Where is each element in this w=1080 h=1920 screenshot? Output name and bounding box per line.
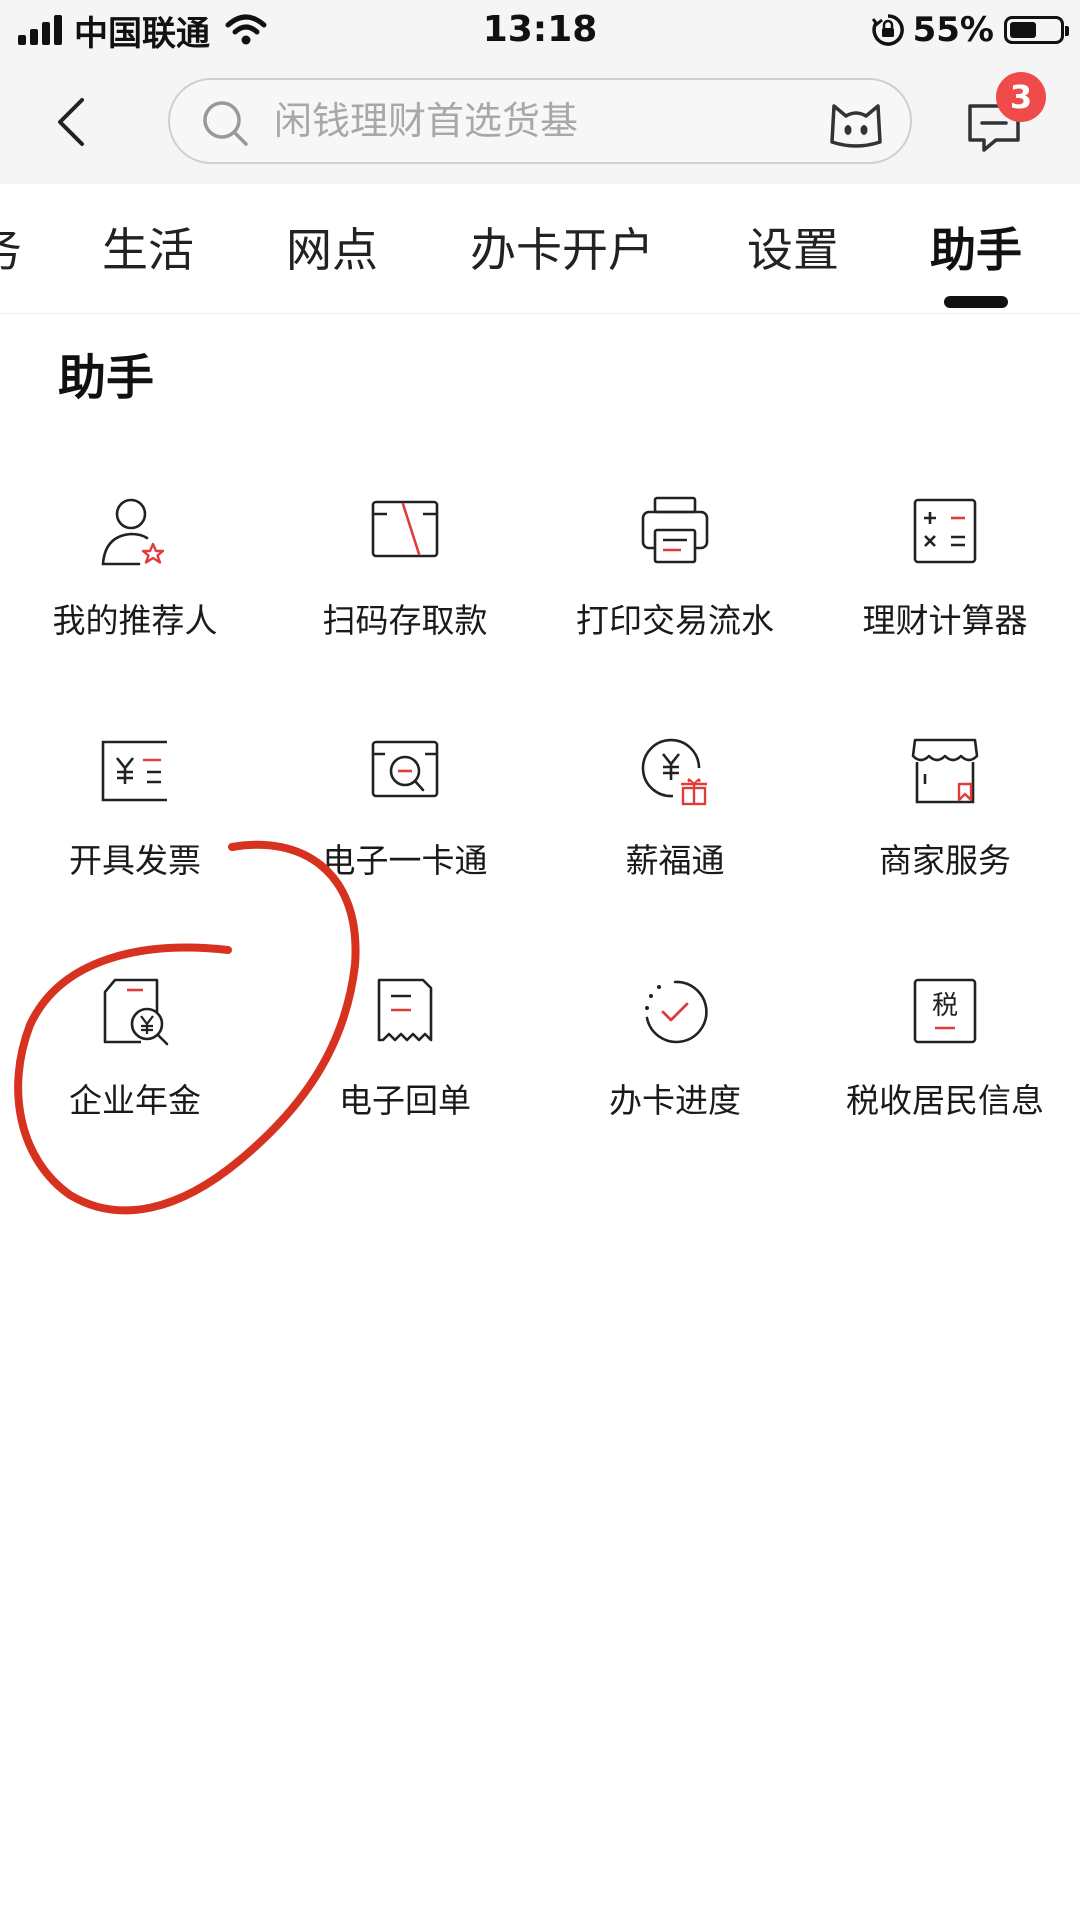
grid-item-label: 电子回单 [339, 1081, 471, 1120]
search-bar[interactable]: 闲钱理财首选货基 [168, 78, 912, 164]
salary-icon [641, 738, 707, 806]
tab-assistant[interactable]: 助手 [930, 220, 1022, 280]
header: 闲钱理财首选货基 3 [0, 60, 1080, 184]
ecard-icon [371, 740, 439, 798]
status-right: 55% [871, 6, 1069, 54]
progress-icon [645, 980, 708, 1044]
grid-item-referrer[interactable]: 我的推荐人 [0, 494, 270, 654]
section-title: 助手 [58, 350, 155, 406]
grid-item-label: 企业年金 [69, 1081, 201, 1120]
grid-item-print-statement[interactable]: 打印交易流水 [540, 494, 810, 654]
calculator-icon [913, 498, 977, 564]
grid-item-tax-resident[interactable]: 税 税收居民信息 [810, 974, 1080, 1134]
search-placeholder: 闲钱理财首选货基 [274, 99, 579, 143]
mascot-icon[interactable] [826, 92, 886, 152]
grid-item-scan-deposit[interactable]: 扫码存取款 [270, 494, 540, 654]
tax-icon-text: 税 [932, 991, 958, 1021]
grid-item-label: 我的推荐人 [52, 601, 218, 640]
grid-item-label: 电子一卡通 [322, 841, 488, 880]
tab-life[interactable]: 生活 [102, 220, 194, 280]
active-tab-indicator [944, 296, 1008, 308]
invoice-icon [101, 740, 167, 802]
pension-icon [103, 978, 169, 1046]
search-icon [203, 101, 248, 146]
grid-item-label: 打印交易流水 [576, 601, 774, 640]
grid-item-label: 扫码存取款 [322, 601, 488, 640]
grid-item-label: 税收居民信息 [846, 1081, 1044, 1120]
tax-icon: 税 [913, 978, 977, 1044]
grid-item-label: 开具发票 [69, 841, 201, 880]
rotation-lock-icon [871, 14, 904, 46]
chevron-left-icon [58, 98, 84, 146]
battery-percent: 55% [912, 10, 994, 50]
message-badge: 3 [996, 72, 1046, 122]
tab-services[interactable]: 务 [0, 220, 22, 280]
grid-item-label: 办卡进度 [609, 1081, 741, 1120]
grid-item-label: 商家服务 [879, 841, 1011, 880]
grid-item-ecard[interactable]: 电子一卡通 [270, 734, 540, 894]
referrer-icon [101, 498, 165, 566]
grid-item-label: 薪福通 [625, 841, 725, 880]
scan-deposit-icon [371, 500, 439, 558]
receipt-icon [377, 978, 433, 1042]
grid-item-receipt[interactable]: 电子回单 [270, 974, 540, 1134]
category-tabs: 务 生活 网点 办卡开户 设置 助手 [0, 184, 1080, 314]
printer-icon [641, 496, 709, 564]
status-bar: 中国联通 13:18 55% [0, 0, 1080, 60]
tab-outlets[interactable]: 网点 [286, 220, 378, 280]
grid-item-salary[interactable]: 薪福通 [540, 734, 810, 894]
grid-item-label: 理财计算器 [862, 601, 1028, 640]
battery-icon [1004, 16, 1069, 44]
grid-item-calculator[interactable]: 理财计算器 [810, 494, 1080, 654]
grid-item-invoice[interactable]: 开具发票 [0, 734, 270, 894]
tab-settings[interactable]: 设置 [747, 220, 839, 280]
tab-open-account[interactable]: 办卡开户 [470, 220, 654, 280]
back-button[interactable] [40, 88, 100, 156]
grid-item-pension[interactable]: 企业年金 [0, 974, 270, 1134]
store-icon [911, 738, 979, 804]
grid-item-card-progress[interactable]: 办卡进度 [540, 974, 810, 1134]
grid-item-merchant[interactable]: 商家服务 [810, 734, 1080, 894]
